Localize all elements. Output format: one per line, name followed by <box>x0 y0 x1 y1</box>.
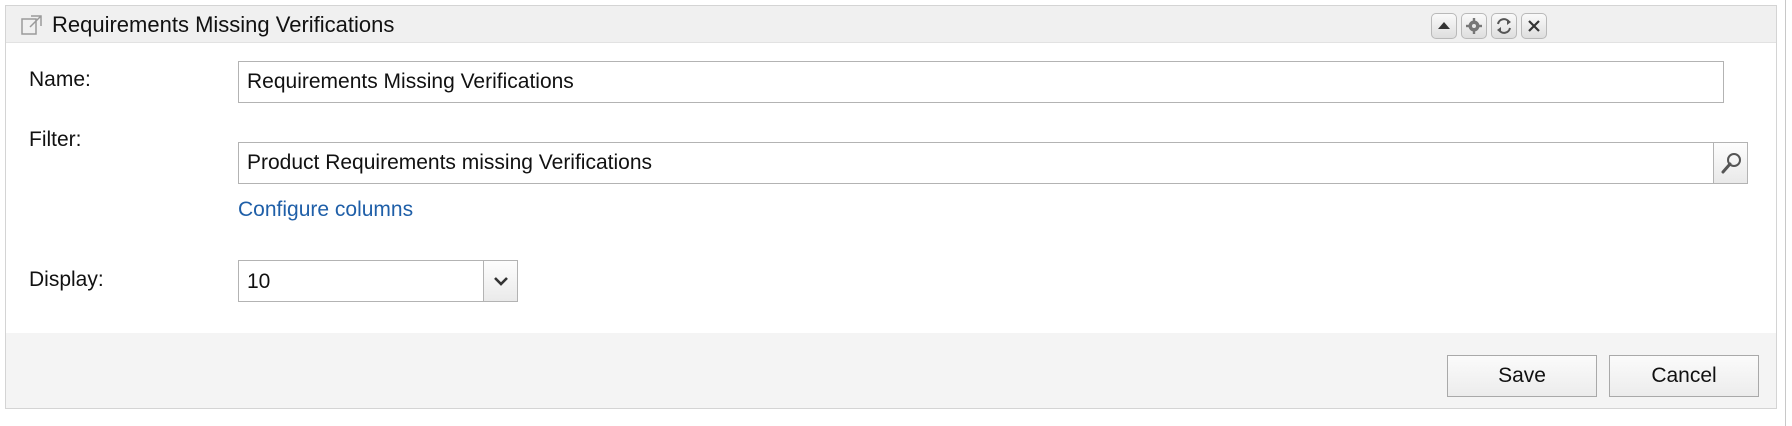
settings-button[interactable] <box>1461 13 1487 39</box>
external-link-icon[interactable] <box>20 13 44 37</box>
display-select-value: 10 <box>247 270 271 293</box>
display-select[interactable]: 10 <box>238 260 518 302</box>
filter-search-button[interactable] <box>1713 142 1748 184</box>
name-label: Name: <box>29 68 91 91</box>
collapse-button[interactable] <box>1431 13 1457 39</box>
display-label: Display: <box>29 268 104 291</box>
cancel-button[interactable]: Cancel <box>1609 355 1759 397</box>
close-button[interactable] <box>1521 13 1547 39</box>
panel-title: Requirements Missing Verifications <box>52 12 395 37</box>
panel-footer: Save Cancel <box>6 333 1776 408</box>
panel-header: Requirements Missing Verifications <box>6 6 1776 43</box>
filter-label: Filter: <box>29 128 82 151</box>
configure-columns-link[interactable]: Configure columns <box>238 198 413 222</box>
filter-input[interactable] <box>238 142 1714 184</box>
save-button[interactable]: Save <box>1447 355 1597 397</box>
name-input[interactable] <box>238 61 1724 103</box>
widget-panel: Requirements Missing Verifications Name:… <box>5 5 1777 409</box>
display-select-toggle[interactable] <box>483 261 517 301</box>
refresh-button[interactable] <box>1491 13 1517 39</box>
window-edge <box>1785 0 1786 426</box>
